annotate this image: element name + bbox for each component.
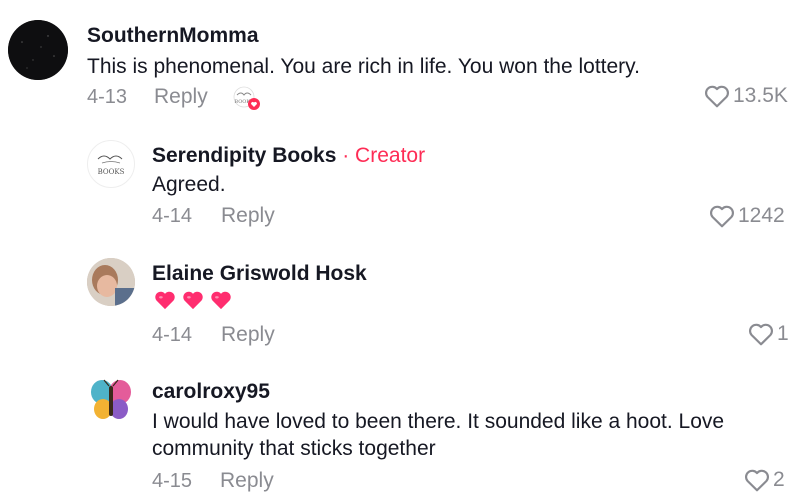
like-button[interactable]: 2 xyxy=(744,468,785,492)
heart-outline-icon xyxy=(705,85,729,108)
reply-button[interactable]: Reply xyxy=(154,85,208,109)
comment-username[interactable]: SouthernMomma xyxy=(87,24,259,48)
comment-date: 4-13 xyxy=(87,86,128,108)
comment-date: 4-15 xyxy=(152,470,193,492)
heart-emoji xyxy=(210,290,232,317)
reply-button[interactable]: Reply xyxy=(221,204,275,228)
comment-username[interactable]: Serendipity Books · Creator xyxy=(152,144,425,168)
reply-button[interactable]: Reply xyxy=(221,323,275,347)
like-button[interactable]: 13.5K xyxy=(704,84,788,108)
like-button[interactable]: 1242 xyxy=(709,204,785,228)
username-text: Serendipity Books xyxy=(152,144,337,167)
heart-emoji xyxy=(154,290,176,317)
heart-outline-icon xyxy=(710,205,734,228)
avatar[interactable] xyxy=(8,20,68,80)
comment-username[interactable]: Elaine Griswold Hosk xyxy=(152,262,367,286)
heart-emoji xyxy=(182,290,204,317)
avatar[interactable] xyxy=(87,376,135,424)
comment-text: I would have loved to been there. It sou… xyxy=(152,410,725,460)
comment-date: 4-14 xyxy=(152,324,193,346)
creator-liked-icon: BOOKS xyxy=(232,86,262,112)
heart-outline-icon xyxy=(749,323,773,346)
avatar-text: BOOKS xyxy=(98,168,125,176)
comment-text: Agreed. xyxy=(152,173,226,196)
creator-badge: · Creator xyxy=(336,144,426,167)
like-count: 1242 xyxy=(738,204,785,227)
reply-button[interactable]: Reply xyxy=(220,469,274,493)
avatar[interactable] xyxy=(87,258,135,306)
heart-outline-icon xyxy=(745,469,769,492)
like-button[interactable]: 1 xyxy=(748,322,789,346)
comment-text: This is phenomenal. You are rich in life… xyxy=(87,55,640,78)
comment-emojis xyxy=(154,290,238,317)
like-count: 1 xyxy=(777,322,789,345)
avatar[interactable]: BOOKS xyxy=(87,140,135,188)
like-count: 13.5K xyxy=(733,84,788,107)
like-count: 2 xyxy=(773,468,785,491)
comment-username[interactable]: carolroxy95 xyxy=(152,380,270,404)
comment-date: 4-14 xyxy=(152,205,193,227)
